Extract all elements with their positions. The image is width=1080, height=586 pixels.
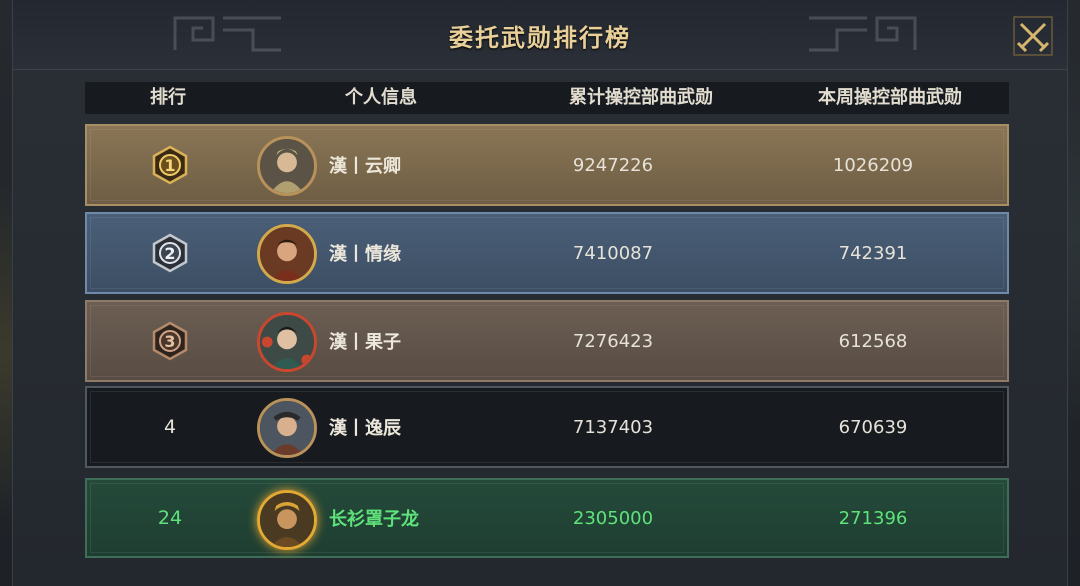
- table-header: 排行 个人信息 累计操控部曲武勋 本周操控部曲武勋: [85, 82, 1009, 114]
- total-merit-value: 9247226: [572, 154, 654, 176]
- avatar[interactable]: [257, 224, 317, 284]
- player-name: 漢丨情缘: [329, 244, 401, 265]
- player-name: 漢丨云卿: [329, 156, 401, 177]
- col-header-total: 累计操控部曲武勋: [569, 87, 713, 108]
- header-ornament-right: [809, 16, 917, 52]
- leaderboard-row-1[interactable]: 1 漢丨云卿 9247226 1026209: [85, 124, 1009, 206]
- avatar[interactable]: [257, 398, 317, 458]
- weekly-merit-value: 742391: [838, 242, 908, 264]
- rank-number: 4: [163, 416, 177, 438]
- panel-header: 委托武勋排行榜: [13, 0, 1067, 70]
- bronze-medal-icon: 3: [152, 321, 188, 361]
- svg-text:2: 2: [164, 244, 175, 263]
- total-merit-value: 2305000: [572, 507, 654, 529]
- col-header-info: 个人信息: [345, 87, 417, 108]
- silver-medal-icon: 2: [152, 233, 188, 273]
- player-name: 漢丨果子: [329, 332, 401, 353]
- col-header-weekly: 本周操控部曲武勋: [818, 87, 962, 108]
- crossed-swords-icon: [1013, 16, 1053, 56]
- avatar[interactable]: [257, 490, 317, 550]
- rank-number: 24: [157, 507, 183, 529]
- avatar[interactable]: [257, 136, 317, 196]
- player-name: 漢丨逸辰: [329, 418, 401, 439]
- svg-text:1: 1: [164, 156, 175, 175]
- weekly-merit-value: 612568: [838, 330, 908, 352]
- gold-medal-icon: 1: [152, 145, 188, 185]
- total-merit-value: 7137403: [572, 416, 654, 438]
- total-merit-value: 7410087: [572, 242, 654, 264]
- self-rank-row[interactable]: 24 长衫罩子龙 2305000 271396: [85, 478, 1009, 558]
- avatar[interactable]: [257, 312, 317, 372]
- close-button[interactable]: [1013, 16, 1053, 56]
- leaderboard-row-4[interactable]: 4 漢丨逸辰 7137403 670639: [85, 386, 1009, 468]
- weekly-merit-value: 271396: [838, 507, 908, 529]
- leaderboard-row-3[interactable]: 3 漢丨果子 7276423 612568: [85, 300, 1009, 382]
- player-name: 长衫罩子龙: [329, 509, 419, 530]
- svg-text:3: 3: [164, 332, 175, 351]
- total-merit-value: 7276423: [572, 330, 654, 352]
- weekly-merit-value: 670639: [838, 416, 908, 438]
- col-header-rank: 排行: [150, 87, 186, 108]
- weekly-merit-value: 1026209: [832, 154, 914, 176]
- leaderboard-row-2[interactable]: 2 漢丨情缘 7410087 742391: [85, 212, 1009, 294]
